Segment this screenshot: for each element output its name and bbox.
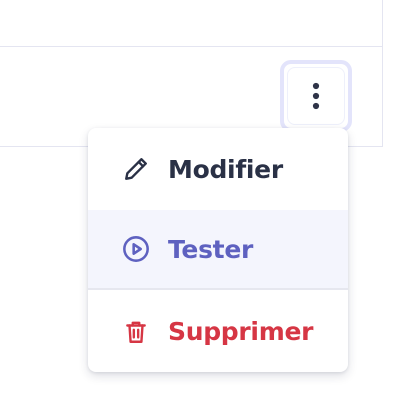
more-vertical-icon	[312, 82, 320, 110]
menu-item-tester[interactable]: Tester	[88, 210, 348, 288]
menu-item-supprimer[interactable]: Supprimer	[88, 291, 348, 372]
pencil-icon	[122, 155, 150, 183]
play-circle-icon	[122, 235, 150, 263]
menu-item-label: Supprimer	[168, 317, 314, 346]
row-actions-menu: Modifier Tester Supprimer	[88, 128, 348, 372]
trash-icon	[122, 318, 150, 346]
menu-item-label: Tester	[168, 234, 254, 264]
more-actions-button[interactable]	[280, 60, 352, 132]
more-actions-button-inner	[287, 67, 345, 125]
row-divider	[0, 46, 383, 47]
menu-divider	[88, 288, 348, 290]
menu-item-label: Modifier	[168, 154, 283, 184]
menu-item-modifier[interactable]: Modifier	[88, 128, 348, 210]
